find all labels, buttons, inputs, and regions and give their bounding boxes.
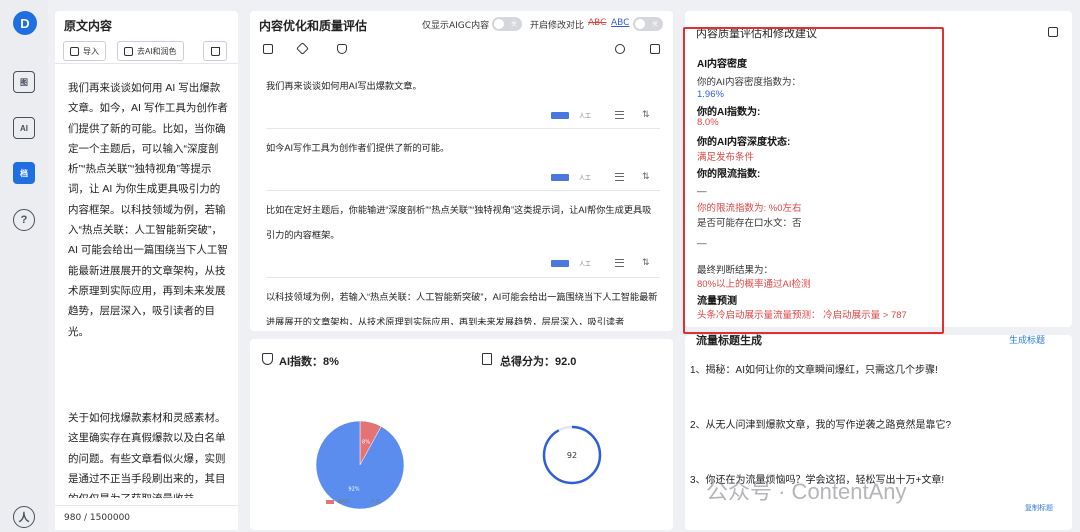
image-tool-icon[interactable]: 图 [13,71,35,93]
titles-panel-title: 流量标题生成 [696,335,762,347]
ai-tool-icon[interactable]: AI [13,117,35,139]
original-toolbar-divider [55,63,238,64]
aigc-toggle-state: 关 [510,21,517,28]
import-label: 导入 [83,46,99,56]
download-icon[interactable] [615,44,625,54]
pie-slice-人工 [315,420,405,510]
import-button[interactable]: 导入 [63,41,106,61]
pie-slice-label: 8% [362,440,370,446]
ai-probability-bar [551,173,569,181]
shield-icon[interactable] [337,44,347,54]
sort-icon[interactable]: ⇅ [642,110,650,120]
compare-toggle-state: 关 [651,21,658,28]
segment-text-4[interactable]: 以科技领域为例，若输入“热点关联：人工智能新突破”，AI可能会给出一篇围绕当下人… [266,285,660,325]
menu-icon[interactable] [615,111,625,119]
copy-titles-link[interactable]: 复制标题 [1025,503,1053,513]
title-item-1[interactable]: 1、揭秘：AI如何让你的文章瞬间爆红，只需这几个步骤! [690,361,938,376]
segment-divider [266,277,660,278]
original-panel-title: 原文内容 [64,19,113,33]
pie-slice-label: 92% [348,486,359,492]
sidebar: D 图 AI 档 ? 人 [0,0,48,532]
document-tool-icon[interactable]: 档 [13,162,35,184]
pie-legend: AIGC 人工 [326,498,380,505]
menu-icon[interactable] [615,259,625,267]
highlight-box [683,27,944,334]
compare-old-sample: ABC [588,18,607,28]
compare-new-sample: ABC [611,18,630,28]
sort-icon[interactable]: ⇅ [642,172,650,182]
segment-divider [266,190,660,191]
segment-divider [266,128,660,129]
ai-probability-bar [551,259,569,267]
scan-icon[interactable] [263,44,273,54]
legend-label-aigc: AIGC [338,498,351,505]
help-icon[interactable]: ? [13,209,35,231]
title-item-2[interactable]: 2、从无人问津到爆款文章，我的写作逆袭之路竟然是靠它? [690,416,951,431]
document-icon [482,353,492,365]
total-score-label: 总得分为：92.0 [500,356,577,368]
watermark: 公众号 · ContentAny [706,479,907,504]
sort-icon[interactable]: ⇅ [642,258,650,268]
segment-meta-1: 人工 ⇅ [551,110,650,120]
ai-index-label: AI指数：8% [279,356,339,368]
segment-text-3[interactable]: 比如在定好主题后，你能输进“深度剖析”“热点关联”“独特视角”这类提示词，让AI… [266,198,660,248]
segment-tag: 人工 [579,174,592,182]
segment-text-2[interactable]: 如今AI写作工具为创作者们提供了新的可能。 [266,136,660,161]
segment-tag: 人工 [579,260,592,268]
legend-swatch-aigc [326,499,334,504]
optimize-panel [250,11,673,331]
user-icon[interactable]: 人 [13,506,35,528]
compare-toggle[interactable]: 关 [633,17,663,31]
menu-icon[interactable] [615,173,625,181]
ai-probability-bar [551,111,569,119]
remove-ai-button[interactable]: 去AI和润色 [117,41,184,61]
segment-text-1[interactable]: 我们再来谈谈如何用AI写出爆款文章。 [266,74,660,99]
edit-icon [124,46,133,56]
app-logo: D [13,11,37,35]
score-ring-chart: 92 [542,425,602,485]
upload-icon [70,46,79,56]
optimize-panel-title: 内容优化和质量评估 [259,19,368,33]
legend-label-human: 人工 [370,499,381,505]
aigc-only-label: 仅显示AIGC内容 [422,21,490,31]
generate-titles-link[interactable]: 生成标题 [1009,333,1045,346]
ring-value-label: 92 [567,451,577,460]
segment-meta-2: 人工 ⇅ [551,172,650,182]
compare-label: 开启修改对比 [530,21,585,31]
copy-icon[interactable] [650,44,660,54]
expand-icon[interactable] [1048,27,1058,37]
trash-icon [210,46,220,56]
segment-tag: 人工 [579,112,592,120]
ai-pie-chart: 8% 92% [315,420,405,510]
delete-button[interactable] [203,41,227,61]
segment-meta-3: 人工 ⇅ [551,258,650,268]
remove-ai-label: 去AI和润色 [137,46,177,56]
original-paragraph-2[interactable]: 关于如何找爆款素材和灵感素材。这里确实存在真假爆款以及白名单的问题。有些文章看似… [68,408,228,498]
original-paragraph-1[interactable]: 我们再来谈谈如何用 AI 写出爆款文章。如今，AI 写作工具为创作者们提供了新的… [68,78,228,342]
shield-check-icon [262,353,273,365]
aigc-only-toggle[interactable]: 关 [492,17,522,31]
char-count: 980 / 1500000 [64,513,131,523]
legend-swatch-human [358,499,367,504]
